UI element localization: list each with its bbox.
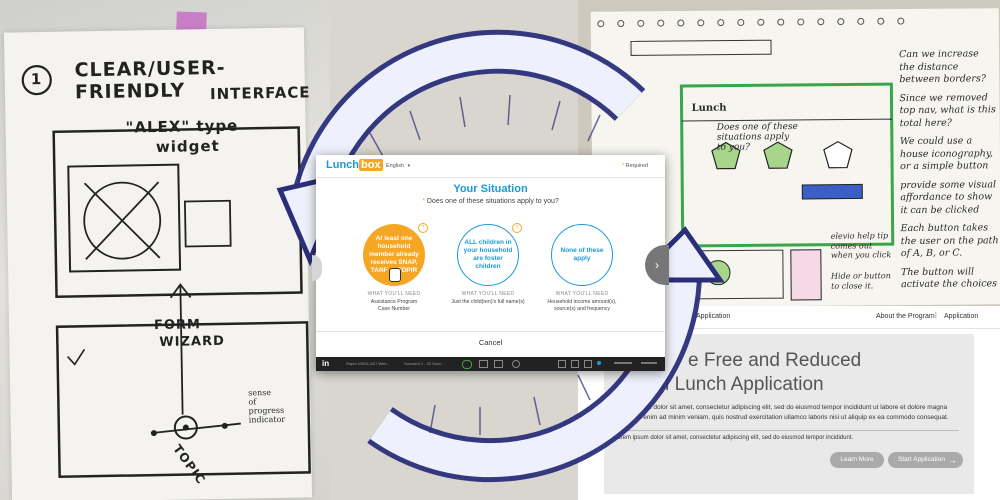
sketch-note: provide some visual affordance to show i… bbox=[900, 178, 997, 216]
option-text: None of these apply bbox=[560, 247, 604, 262]
modal-question: * Does one of these situations apply to … bbox=[316, 198, 665, 205]
lunchbox-logo: Lunch box bbox=[326, 159, 383, 171]
start-application-button[interactable]: Start Application → bbox=[888, 452, 963, 468]
required-indicator: * Required bbox=[622, 163, 648, 169]
status-dot-icon bbox=[597, 361, 601, 365]
toolbar-label bbox=[641, 362, 657, 364]
help-icon[interactable]: ? bbox=[418, 223, 428, 233]
invision-logo[interactable]: in bbox=[322, 359, 329, 368]
sketch-note: The button will activate the choices bbox=[900, 265, 998, 291]
share-icon[interactable] bbox=[494, 360, 503, 368]
option-text: ALL children in your household are foste… bbox=[463, 239, 513, 270]
toolbar-label bbox=[614, 362, 632, 364]
option-none-apply[interactable]: None of these apply bbox=[551, 224, 613, 286]
comment-icon[interactable] bbox=[479, 360, 488, 368]
sketch-note: Since we removed top nav, what is this t… bbox=[899, 91, 996, 129]
sketch-note: Each button takes the user on the path o… bbox=[900, 222, 999, 260]
sketch-note: We could use a house iconography, or a s… bbox=[899, 135, 994, 173]
logo-part2: box bbox=[359, 159, 383, 171]
lunchbox-modal: Lunch box English ▾ * Required Your Situa… bbox=[316, 155, 665, 371]
toolbar-icon[interactable] bbox=[558, 360, 566, 368]
option-need-label: WHAT YOU'LL NEED bbox=[461, 291, 515, 297]
toolbar-icon[interactable] bbox=[584, 360, 592, 368]
sketch-notes: Can we increase the distance between bor… bbox=[899, 48, 999, 291]
chevron-down-icon: ▾ bbox=[407, 163, 411, 169]
option-need: Household income amount(s), source(s) an… bbox=[547, 299, 617, 312]
modal-question-text: Does one of these situations apply to yo… bbox=[426, 198, 559, 205]
modal-divider bbox=[316, 331, 665, 332]
asterisk-icon: * bbox=[622, 163, 625, 169]
option-foster-children[interactable]: ALL children in your household are foste… bbox=[457, 224, 519, 286]
nav-link-about[interactable]: About the Program bbox=[876, 313, 935, 320]
nav-link-application[interactable]: Application bbox=[944, 313, 978, 320]
hand-cursor-icon bbox=[389, 268, 401, 282]
help-icon[interactable]: ? bbox=[512, 223, 522, 233]
logo-part1: Lunch bbox=[326, 159, 359, 171]
option-need-label: WHAT YOU'LL NEED bbox=[367, 291, 421, 297]
arrow-right-icon: → bbox=[948, 455, 957, 465]
step-number: 1 bbox=[30, 69, 43, 89]
start-application-label: Start Application bbox=[898, 456, 945, 463]
option-need: Assistance Program Case Number bbox=[370, 299, 418, 312]
language-label: English bbox=[386, 163, 405, 169]
cancel-button[interactable]: Cancel bbox=[316, 338, 665, 347]
required-label: Required bbox=[625, 163, 648, 169]
option-need-label: WHAT YOU'LL NEED bbox=[555, 291, 609, 297]
toolbar-icon[interactable] bbox=[571, 360, 579, 368]
hide-note: Hide or button to close it. bbox=[830, 271, 891, 291]
toolbar-item-1[interactable]: Rapid USDA 24/7 Web... bbox=[346, 361, 390, 366]
modal-title: Your Situation bbox=[453, 183, 528, 195]
invision-toolbar: in Rapid USDA 24/7 Web... Scenario 1 - 0… bbox=[316, 357, 665, 371]
sketch-note: Can we increase the distance between bor… bbox=[899, 48, 986, 86]
toolbar-item-2[interactable]: Scenario 1 - 02 Scen... bbox=[404, 361, 445, 366]
info-icon[interactable] bbox=[512, 360, 520, 368]
language-select[interactable]: English ▾ bbox=[386, 163, 410, 169]
option-need: Just the child(ren)'s full name(s) bbox=[451, 299, 525, 305]
preview-icon[interactable] bbox=[462, 360, 472, 369]
nav-divider: | bbox=[935, 312, 937, 319]
modal-header: Lunch box English ▾ * Required bbox=[316, 155, 665, 178]
